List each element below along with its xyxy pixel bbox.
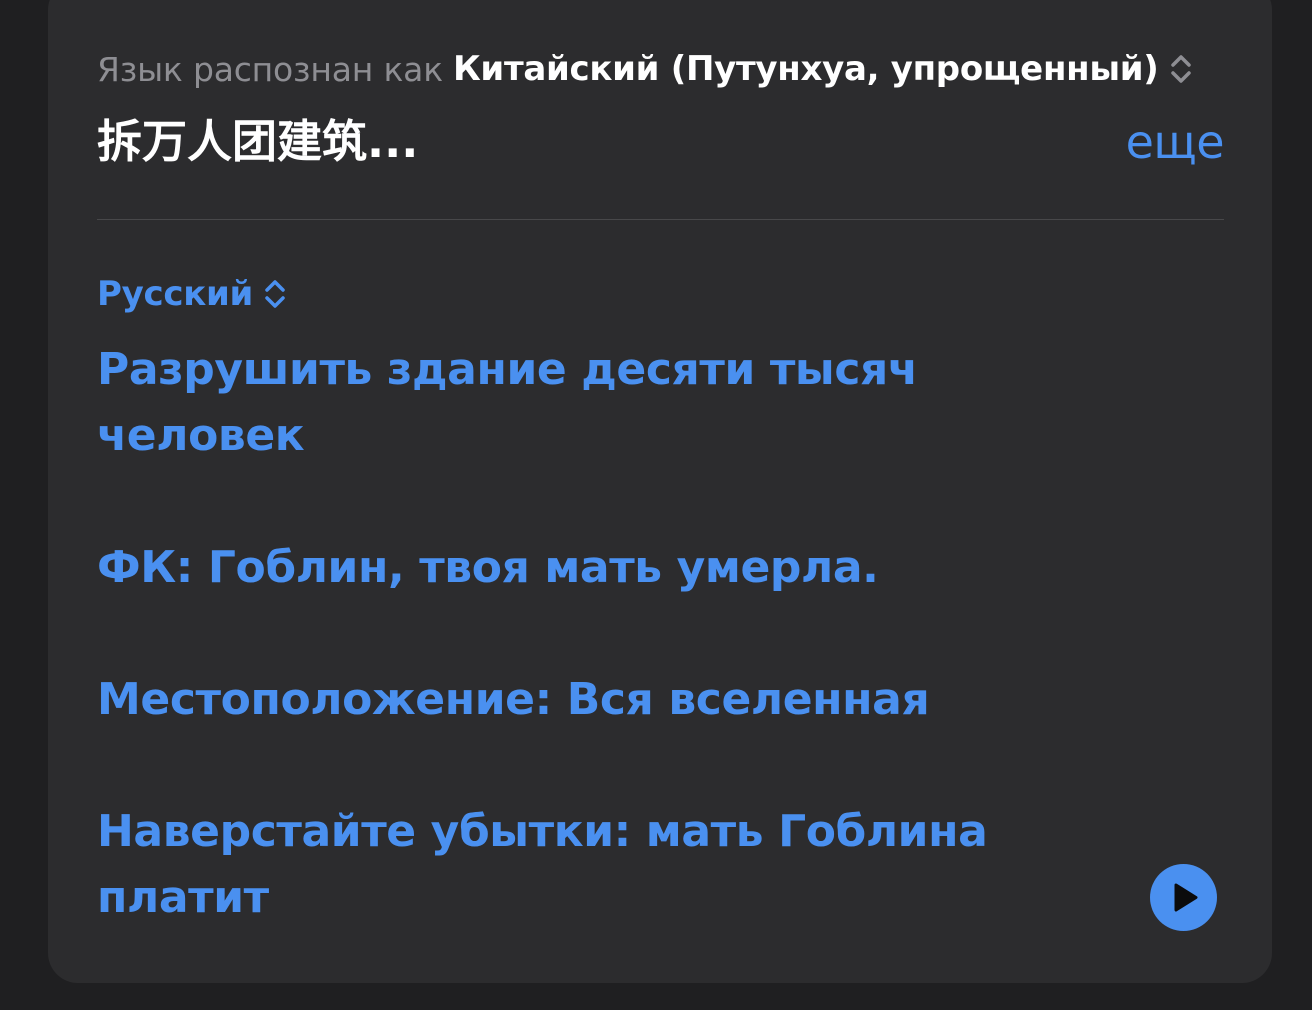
source-language-selector[interactable]: Язык распознан как Китайский (Путунхуа, …	[97, 46, 1193, 92]
chevron-up-down-icon	[1169, 51, 1193, 87]
detected-language-prefix: Язык распознан как	[97, 49, 443, 89]
divider	[97, 219, 1224, 220]
translation-text: Разрушить здание десяти тысяч человек ФК…	[97, 337, 1117, 931]
translation-line: ФК: Гоблин, твоя мать умерла.	[97, 542, 879, 593]
translation-line: Местоположение: Вся вселенная	[97, 674, 930, 725]
target-language-name: Русский	[97, 274, 254, 314]
play-icon	[1174, 883, 1198, 912]
more-button[interactable]: еще	[1126, 112, 1225, 172]
source-text: 拆万人团建筑...	[97, 115, 419, 168]
play-button[interactable]	[1150, 864, 1217, 931]
translation-line: Разрушить здание десяти тысяч человек	[97, 344, 918, 461]
target-language-selector[interactable]: Русский	[97, 272, 287, 316]
translation-line: Наверстайте убытки: мать Гоблина платит	[97, 806, 988, 923]
chevron-up-down-icon	[263, 276, 287, 312]
detected-language-name: Китайский (Путунхуа, упрощенный)	[452, 49, 1159, 89]
